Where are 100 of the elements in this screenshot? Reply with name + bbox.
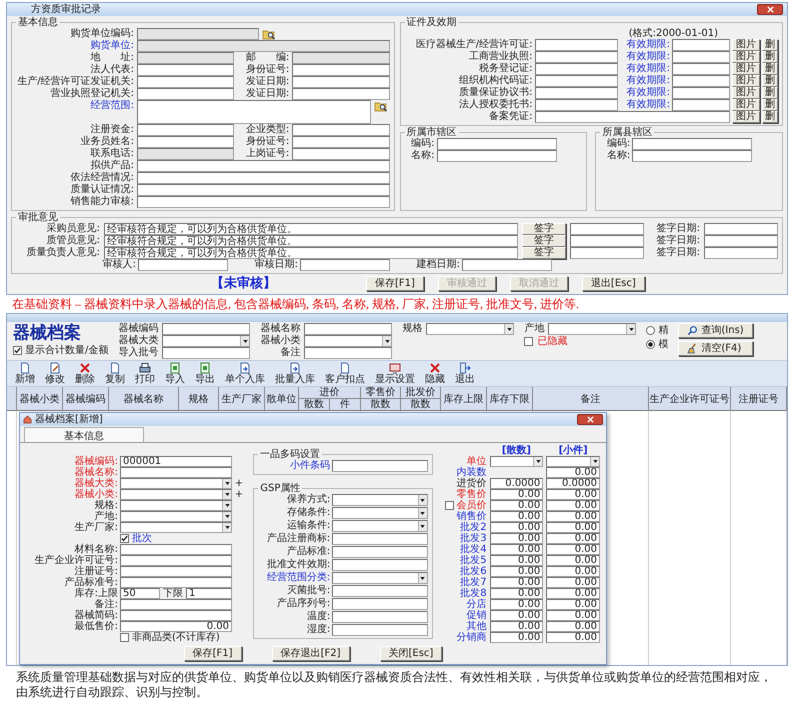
checkbox[interactable] xyxy=(120,534,129,543)
text-field[interactable] xyxy=(292,136,390,148)
date-field[interactable] xyxy=(672,75,730,87)
text-field[interactable] xyxy=(137,136,234,148)
dropdown[interactable] xyxy=(120,478,232,489)
close-button[interactable] xyxy=(577,414,603,425)
action-button[interactable]: 退出[Esc] xyxy=(582,276,645,291)
add-button[interactable]: + xyxy=(234,478,244,489)
delete-button[interactable]: 删 xyxy=(762,87,778,99)
toolbar-button[interactable]: 导入 xyxy=(161,362,189,385)
text-field[interactable] xyxy=(304,323,392,335)
toolbar-button[interactable]: 单个入库 xyxy=(221,362,269,385)
text-field[interactable] xyxy=(120,467,232,478)
sign-button[interactable]: 签字 xyxy=(522,223,566,235)
photo-button[interactable]: 图片 xyxy=(732,39,760,51)
text-field[interactable] xyxy=(137,172,390,184)
toolbar-button[interactable]: 复制 xyxy=(101,362,129,385)
text-field[interactable] xyxy=(534,111,730,123)
toolbar-button[interactable]: 导出 xyxy=(191,362,219,385)
radio-button[interactable] xyxy=(646,326,656,335)
dropdown[interactable] xyxy=(332,572,428,584)
checkbox[interactable] xyxy=(524,336,534,346)
add-button[interactable]: + xyxy=(234,489,244,500)
text-field[interactable] xyxy=(120,566,232,577)
text-field[interactable] xyxy=(534,51,618,63)
text-field[interactable] xyxy=(120,555,232,566)
action-button[interactable]: 保存退出[F2] xyxy=(272,646,350,661)
text-field[interactable] xyxy=(137,196,390,208)
dropdown[interactable] xyxy=(426,323,514,335)
action-button[interactable]: 保存[F1] xyxy=(184,646,242,661)
close-button[interactable] xyxy=(757,4,783,15)
dropdown[interactable] xyxy=(120,489,232,500)
dropdown[interactable] xyxy=(162,335,250,347)
toolbar-button[interactable]: 新增 xyxy=(11,362,39,385)
text-field[interactable] xyxy=(570,223,644,235)
text-field[interactable] xyxy=(137,184,390,196)
dropdown[interactable] xyxy=(120,511,232,522)
dropdown[interactable] xyxy=(120,500,232,511)
text-field[interactable] xyxy=(137,160,390,172)
dropdown[interactable] xyxy=(332,494,428,506)
text-field[interactable] xyxy=(292,148,390,160)
tab[interactable]: 基本信息 xyxy=(24,427,144,442)
dropdown[interactable] xyxy=(546,456,600,467)
text-field[interactable] xyxy=(332,559,428,571)
text-field[interactable] xyxy=(332,585,428,597)
date-field[interactable] xyxy=(672,87,730,99)
date-field[interactable] xyxy=(672,39,730,51)
text-field[interactable] xyxy=(292,64,390,76)
dropdown[interactable] xyxy=(490,456,544,467)
text-field[interactable] xyxy=(137,124,234,136)
text-field[interactable] xyxy=(332,624,428,636)
text-field[interactable] xyxy=(632,150,752,162)
sign-button[interactable]: 签字 xyxy=(522,235,566,247)
toolbar-button[interactable]: 客户扣点 xyxy=(321,362,369,385)
text-field[interactable] xyxy=(300,259,390,271)
text-field[interactable] xyxy=(292,76,390,88)
photo-button[interactable]: 图片 xyxy=(732,51,760,63)
text-field[interactable] xyxy=(332,598,428,610)
photo-button[interactable]: 图片 xyxy=(732,99,760,111)
text-field[interactable] xyxy=(332,460,428,472)
toolbar-button[interactable]: 修改 xyxy=(41,362,69,385)
search-button[interactable]: 查询(Ins) xyxy=(678,323,753,338)
text-field[interactable] xyxy=(632,138,752,150)
text-field[interactable] xyxy=(462,259,552,271)
sign-button[interactable]: 签字 xyxy=(522,247,566,259)
date-field[interactable] xyxy=(704,235,778,247)
dropdown[interactable] xyxy=(332,520,428,532)
date-field[interactable] xyxy=(704,247,778,259)
text-field[interactable] xyxy=(137,76,234,88)
action-button[interactable]: 关闭[Esc] xyxy=(380,646,442,661)
text-field[interactable] xyxy=(292,88,390,100)
dropdown[interactable] xyxy=(548,323,636,335)
text-field[interactable] xyxy=(332,611,428,623)
text-field[interactable] xyxy=(292,124,390,136)
date-field[interactable] xyxy=(672,99,730,111)
photo-button[interactable]: 图片 xyxy=(732,87,760,99)
checkbox[interactable] xyxy=(120,633,129,642)
text-field[interactable] xyxy=(332,546,428,558)
photo-button[interactable]: 图片 xyxy=(732,63,760,75)
date-field[interactable] xyxy=(672,51,730,63)
text-field[interactable] xyxy=(120,544,232,555)
toolbar-button[interactable]: 批量入库 xyxy=(271,362,319,385)
delete-button[interactable]: 删 xyxy=(762,39,778,51)
text-field[interactable] xyxy=(534,75,618,87)
text-field[interactable] xyxy=(534,63,618,75)
date-field[interactable] xyxy=(672,63,730,75)
checkbox[interactable] xyxy=(13,346,22,355)
checkbox[interactable] xyxy=(444,501,454,510)
toolbar-button[interactable]: 打印 xyxy=(131,362,159,385)
text-field[interactable] xyxy=(436,138,556,150)
text-field[interactable] xyxy=(162,323,250,335)
toolbar-button[interactable]: 退出 xyxy=(451,362,479,385)
delete-button[interactable]: 删 xyxy=(762,111,778,123)
text-field[interactable] xyxy=(137,64,234,76)
text-field[interactable] xyxy=(570,247,644,259)
clear-button[interactable]: 清空(F4) xyxy=(678,341,753,356)
text-field[interactable] xyxy=(332,533,428,545)
text-field[interactable] xyxy=(534,99,618,111)
delete-button[interactable]: 删 xyxy=(762,99,778,111)
text-field[interactable] xyxy=(534,87,618,99)
